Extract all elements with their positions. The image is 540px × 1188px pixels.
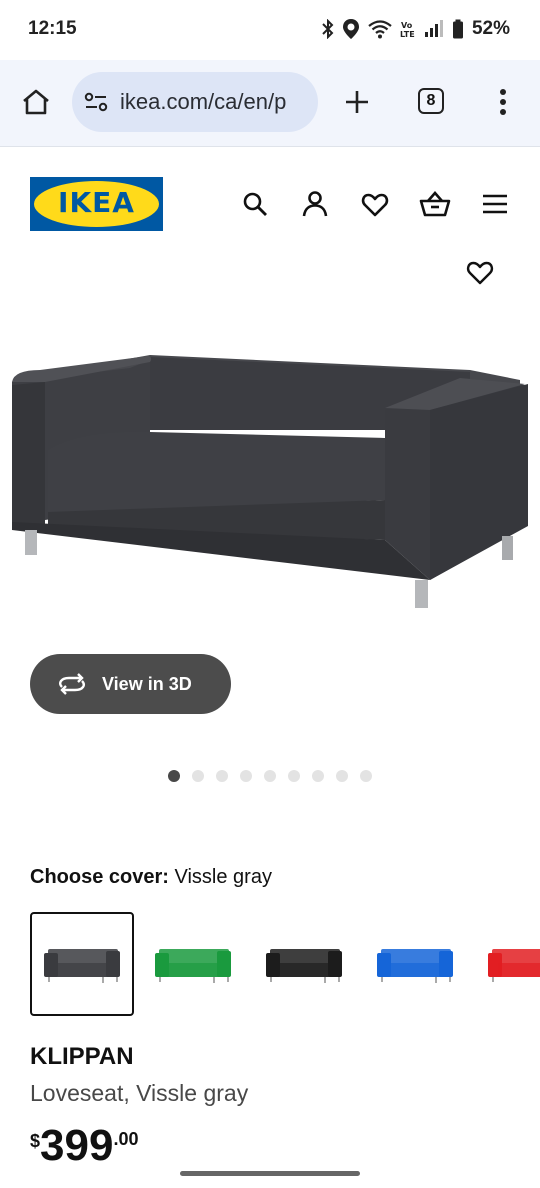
battery-percent: 52%: [471, 18, 510, 39]
ikea-logo-text: IKEA: [58, 186, 135, 219]
status-time: 12:15: [28, 18, 77, 39]
new-tab-icon[interactable]: [344, 89, 370, 115]
view-in-3d-button[interactable]: View in 3D: [30, 654, 231, 714]
menu-icon[interactable]: [482, 193, 508, 215]
choose-cover-label: Choose cover:: [30, 866, 169, 888]
carousel-dot[interactable]: [288, 770, 300, 782]
carousel-dot[interactable]: [216, 770, 228, 782]
ikea-logo[interactable]: IKEA: [30, 177, 163, 231]
price-decimal: .00: [113, 1129, 139, 1149]
cover-selector-label: Choose cover: Vissle gray: [30, 866, 272, 889]
home-indicator[interactable]: [180, 1171, 360, 1176]
cover-swatch[interactable]: [252, 912, 356, 1016]
svg-text:Vo: Vo: [401, 21, 413, 30]
cart-icon[interactable]: [419, 190, 451, 218]
url-text[interactable]: ikea.com/ca/en/p: [120, 89, 286, 115]
battery-icon: [452, 19, 463, 39]
wifi-icon: [368, 20, 392, 39]
svg-text:LTE: LTE: [400, 30, 415, 39]
carousel-dot[interactable]: [240, 770, 252, 782]
cover-swatch[interactable]: [30, 912, 134, 1016]
carousel-dot[interactable]: [312, 770, 324, 782]
cover-swatch[interactable]: [141, 912, 245, 1016]
favorites-icon[interactable]: [361, 192, 389, 218]
carousel-dot[interactable]: [264, 770, 276, 782]
cover-swatch[interactable]: [474, 912, 540, 1016]
view-in-3d-label: View in 3D: [102, 673, 192, 694]
tab-count: 8: [426, 92, 436, 109]
price-integer: 399: [40, 1121, 114, 1170]
carousel-dot[interactable]: [336, 770, 348, 782]
carousel-dot[interactable]: [168, 770, 180, 782]
product-price: $ 399 .00: [30, 1122, 138, 1170]
bluetooth-icon: [322, 19, 334, 39]
location-icon: [342, 19, 359, 39]
search-icon[interactable]: [242, 191, 268, 217]
product-name: KLIPPAN: [30, 1043, 134, 1070]
account-icon[interactable]: [302, 190, 328, 218]
price-currency: $: [30, 1131, 41, 1151]
cover-value: Vissle gray: [174, 866, 272, 888]
tabs-icon[interactable]: 8: [418, 88, 444, 114]
image-carousel-dots[interactable]: [168, 770, 372, 782]
product-image[interactable]: [0, 250, 540, 630]
save-favorite-icon[interactable]: [466, 260, 494, 286]
home-icon[interactable]: [21, 88, 51, 116]
rotate-3d-icon: [59, 673, 85, 695]
more-menu-icon[interactable]: [498, 88, 508, 116]
carousel-dot[interactable]: [192, 770, 204, 782]
product-description: Loveseat, Vissle gray: [30, 1080, 249, 1106]
status-bar: 12:15 Vo LTE 52%: [0, 0, 540, 60]
carousel-dot[interactable]: [360, 770, 372, 782]
site-settings-icon[interactable]: [84, 92, 108, 112]
status-icons: Vo LTE 52%: [322, 16, 510, 42]
volte-icon: VoLTE: [400, 21, 415, 39]
signal-icon: [424, 20, 443, 37]
cover-swatch[interactable]: [363, 912, 467, 1016]
